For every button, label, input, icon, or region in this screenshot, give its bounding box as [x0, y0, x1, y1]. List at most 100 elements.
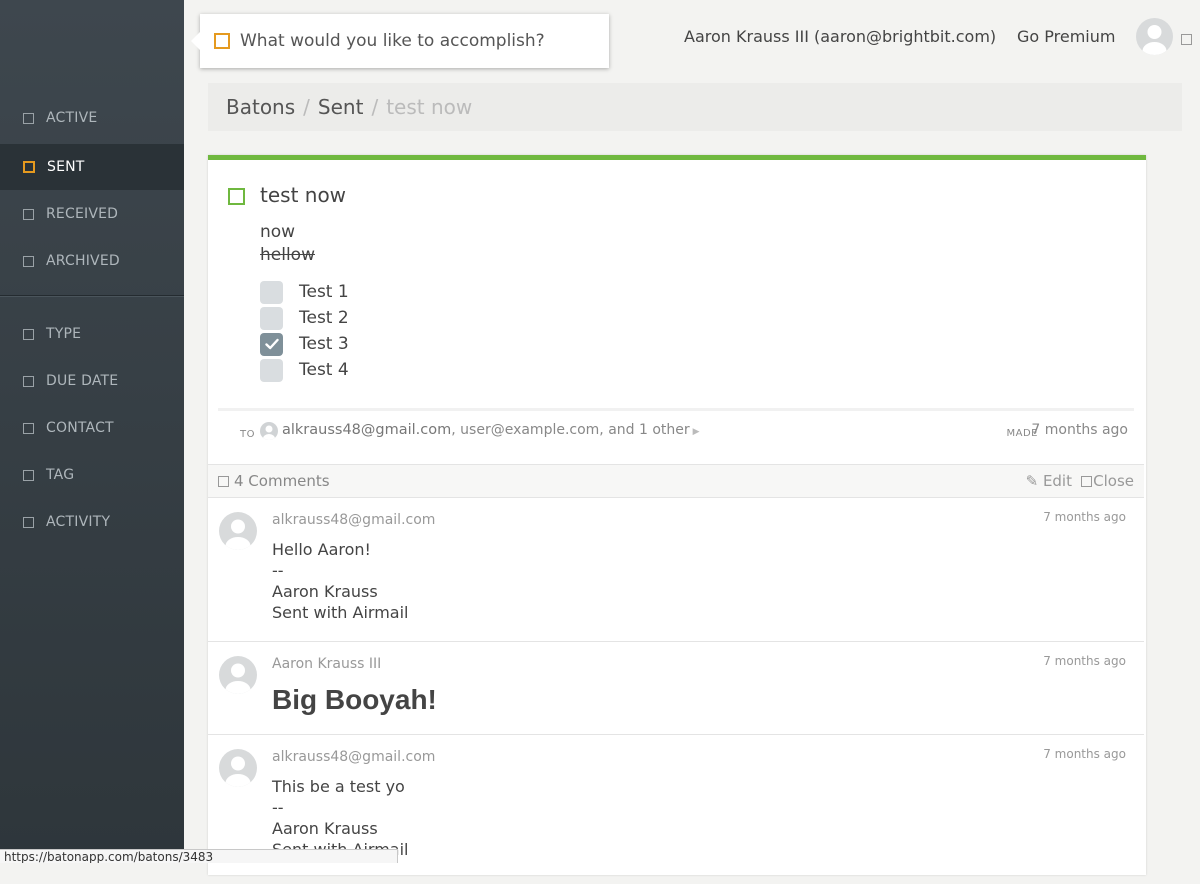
sidebar-filter-type[interactable]: TYPE — [0, 311, 184, 357]
sidebar-item-label: DUE DATE — [46, 373, 119, 389]
user-icon — [263, 425, 275, 440]
comment-line: Sent with Airmail — [272, 603, 409, 622]
sidebar-item-archived[interactable]: ARCHIVED — [0, 238, 184, 284]
comment-author: alkrauss48@gmail.com — [272, 749, 436, 765]
sidebar-item-label: RECEIVED — [46, 206, 119, 222]
comment-avatar — [219, 749, 257, 787]
comment-time: 7 months ago — [1043, 747, 1126, 761]
checkbox-icon — [23, 469, 34, 481]
comment-heading: Big Booyah! — [272, 684, 437, 715]
checkbox-icon — [23, 375, 34, 387]
recipient-avatar — [260, 422, 278, 440]
comment-line: -- — [272, 561, 284, 580]
comment-time: 7 months ago — [1043, 510, 1126, 524]
checklist-label: Test 3 — [299, 334, 349, 354]
comments-bar: 4 Comments ✎ Edit Close — [208, 464, 1144, 498]
goal-placeholder: What would you like to accomplish? — [240, 31, 545, 51]
sidebar-filter-due-date[interactable]: DUE DATE — [0, 358, 184, 404]
comment-line: Hello Aaron! — [272, 540, 371, 559]
edit-label: Edit — [1042, 472, 1072, 490]
recipient-primary: alkrauss48@gmail.com — [282, 422, 452, 438]
breadcrumb-section[interactable]: Sent — [318, 95, 364, 119]
comment-line: Aaron Krauss — [272, 582, 378, 601]
checkbox[interactable] — [260, 358, 283, 382]
checkbox-icon — [214, 33, 230, 49]
sidebar-item-label: SENT — [47, 159, 85, 175]
comment-avatar — [219, 656, 257, 694]
comment: alkrauss48@gmail.com 7 months ago Hello … — [208, 497, 1144, 642]
sidebar-item-label: ACTIVITY — [46, 514, 111, 530]
description-line: now — [260, 222, 296, 242]
checkbox[interactable] — [260, 280, 283, 304]
breadcrumb-separator: / — [371, 95, 379, 119]
sidebar-filter-contact[interactable]: CONTACT — [0, 405, 184, 451]
checkbox-icon — [23, 422, 34, 434]
current-user[interactable]: Aaron Krauss III (aaron@brightbit.com) — [684, 27, 996, 46]
comment-line: -- — [272, 798, 284, 817]
comment-line: This be a test yo — [272, 777, 405, 796]
checklist-label: Test 1 — [299, 282, 349, 302]
sidebar-filter-activity[interactable]: ACTIVITY — [0, 499, 184, 545]
avatar[interactable] — [1136, 18, 1173, 55]
breadcrumb-separator: / — [303, 95, 310, 119]
made-time: 7 months ago — [1031, 422, 1128, 438]
user-icon — [225, 519, 251, 550]
comment-time: 7 months ago — [1043, 654, 1126, 668]
sidebar-item-label: TYPE — [46, 326, 82, 342]
user-icon — [225, 663, 251, 694]
comment-line: Aaron Krauss — [272, 819, 378, 838]
sidebar-filter-tag[interactable]: TAG — [0, 452, 184, 498]
baton-meta: TO alkrauss48@gmail.com, user@example.co… — [218, 408, 1134, 467]
sidebar-item-active[interactable]: ACTIVE — [0, 95, 184, 141]
go-premium-link[interactable]: Go Premium — [1017, 27, 1115, 46]
breadcrumb-current: test now — [386, 95, 473, 119]
checkbox-icon — [23, 255, 34, 267]
checkbox-icon — [23, 328, 34, 340]
checklist-item[interactable]: Test 4 — [260, 358, 349, 382]
sidebar-item-label: TAG — [46, 467, 75, 483]
sidebar-item-received[interactable]: RECEIVED — [0, 191, 184, 237]
baton-title: test now — [260, 183, 347, 207]
goal-input[interactable]: What would you like to accomplish? — [191, 14, 609, 68]
breadcrumb-root[interactable]: Batons — [226, 95, 295, 119]
description-line: hellow — [260, 245, 315, 265]
check-icon — [264, 338, 279, 350]
checkbox-icon — [23, 112, 34, 124]
recipient-others: , user@example.com, and 1 other — [451, 422, 690, 438]
comments-toggle-icon[interactable] — [218, 476, 229, 487]
status-bar-url: https://batonapp.com/batons/3483 — [0, 849, 398, 863]
sidebar-item-label: ARCHIVED — [46, 253, 120, 269]
sidebar: ACTIVE SENT RECEIVED ARCHIVED TYPE DUE D… — [0, 0, 184, 863]
user-icon — [1142, 25, 1167, 55]
checkbox-icon — [23, 208, 34, 220]
edit-button[interactable]: ✎ Edit — [1026, 472, 1072, 490]
expand-arrow-icon[interactable]: ▶ — [693, 427, 700, 437]
user-icon — [225, 756, 251, 787]
recipients[interactable]: alkrauss48@gmail.com, user@example.com, … — [282, 422, 700, 438]
menu-toggle-icon[interactable] — [1181, 34, 1192, 45]
checkbox-checked[interactable] — [260, 332, 283, 356]
checkbox-icon — [23, 516, 34, 528]
complete-checkbox[interactable] — [228, 188, 245, 205]
baton-card: test now now hellow Test 1 Test 2 Test 3… — [208, 155, 1146, 875]
pencil-icon: ✎ — [1025, 472, 1039, 490]
comment-author: Aaron Krauss III — [272, 656, 382, 672]
checklist-label: Test 4 — [299, 360, 349, 380]
close-button[interactable]: Close — [1093, 472, 1134, 490]
sidebar-item-label: CONTACT — [46, 420, 114, 436]
sidebar-item-sent[interactable]: SENT — [0, 144, 184, 190]
sidebar-divider — [0, 295, 184, 297]
comments-count[interactable]: 4 Comments — [234, 472, 330, 490]
checklist-item[interactable]: Test 3 — [260, 332, 349, 356]
comment: Aaron Krauss III 7 months ago Big Booyah… — [208, 641, 1144, 735]
close-checkbox-icon[interactable] — [1081, 476, 1092, 487]
checklist-label: Test 2 — [299, 308, 349, 328]
comment-avatar — [219, 512, 257, 550]
checkbox[interactable] — [260, 306, 283, 330]
breadcrumb: Batons / Sent / test now — [208, 83, 1182, 131]
sidebar-item-label: ACTIVE — [46, 110, 98, 126]
checklist-item[interactable]: Test 1 — [260, 280, 349, 304]
comment-author: alkrauss48@gmail.com — [272, 512, 436, 528]
checklist-item[interactable]: Test 2 — [260, 306, 349, 330]
checkbox-icon — [23, 161, 35, 173]
